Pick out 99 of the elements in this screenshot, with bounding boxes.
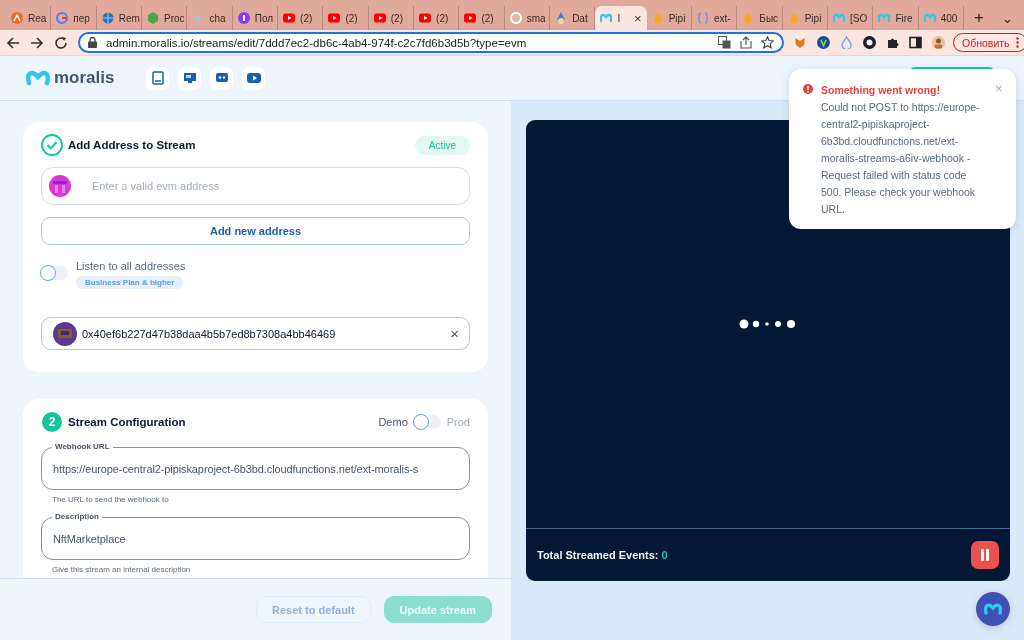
step-number: 2 — [42, 412, 62, 432]
tab-title: Pipi — [804, 12, 822, 24]
play-icon — [283, 12, 296, 24]
book-icon — [150, 70, 166, 86]
reload-icon[interactable] — [54, 35, 68, 50]
monitor-icon — [182, 70, 198, 86]
status-badge: Active — [414, 135, 470, 155]
tab-title: [SO — [850, 12, 868, 24]
sparkle-icon — [192, 12, 205, 24]
avatar-icon — [53, 321, 77, 346]
field-label: Webhook URL — [52, 442, 113, 452]
address-text: 0x40ef6b227d47b38daa4b5b7ed8b7308a4bb46469 — [82, 327, 336, 340]
tab-title: Быс — [759, 12, 779, 24]
environment-option[interactable]: Demo — [378, 416, 408, 428]
listen-toggle[interactable] — [41, 266, 68, 280]
url-text: admin.moralis.io/streams/edit/7ddd7ec2-db6c-4ab4-974f-c2c7fd6b3d5b?type=evm — [106, 36, 527, 49]
tab-title: ext- — [714, 12, 731, 24]
field-value: https://europe-central2-pipiskaproject-6b3bd.cloudfunctions.net/ext-moralis-s — [53, 462, 419, 475]
field-value: NftMarketplace — [53, 532, 126, 545]
tab-title: (2) — [436, 12, 449, 24]
play-icon — [464, 12, 477, 24]
video-icon — [246, 70, 262, 86]
tab-title: Rea — [28, 12, 47, 24]
toast-message: Could not POST to https://europe-central2-pipiskaproject-6b3bd.cloudfunctions.net/ext-moralis-streams-a6iv-webhook - Request failed with status code 500. Please check your webhook URL. — [821, 100, 981, 217]
card-title: Stream Configuration — [68, 416, 186, 428]
hexagon-icon — [147, 12, 160, 24]
alert-icon — [803, 84, 813, 94]
chevron-logo-icon — [11, 12, 23, 24]
remove-icon[interactable]: × — [450, 326, 459, 341]
address-input[interactable]: Enter a valid evm address — [41, 167, 470, 205]
toast-title: Something went wrong! — [821, 83, 941, 98]
avatar-icon — [49, 175, 71, 197]
play-icon — [373, 12, 386, 24]
tab-title: 400 — [940, 12, 958, 24]
tab-title: Rem — [118, 12, 140, 24]
close-icon[interactable]: × — [634, 11, 642, 25]
braces-icon — [697, 12, 709, 24]
translate-icon[interactable] — [718, 36, 731, 49]
add-address-button[interactable]: Add new address — [41, 217, 470, 245]
puzzle-icon[interactable] — [886, 36, 899, 49]
new-tab-button[interactable]: + — [964, 6, 995, 30]
helper-text: The URL to send the webhook to — [51, 494, 170, 504]
site-logo-icon — [237, 12, 250, 24]
sidebar-icon[interactable] — [909, 36, 922, 49]
helper-text: Give this stream an internal description — [51, 564, 192, 574]
browser-tab[interactable]: I × — [595, 6, 647, 30]
nav-button[interactable] — [178, 66, 202, 90]
moralis-logo-icon — [923, 12, 936, 24]
tab-title: cha — [209, 12, 226, 24]
share-icon[interactable] — [740, 36, 752, 49]
nav-button[interactable] — [242, 66, 266, 90]
moralis-logo-icon — [984, 602, 1002, 616]
field-label: Description — [52, 512, 102, 522]
plan-badge: Business Plan & higher — [76, 276, 184, 289]
tab-title: (2) — [481, 12, 494, 24]
moralis-logo-icon — [833, 12, 846, 24]
moralis-logo-icon — [878, 12, 891, 24]
back-icon[interactable] — [6, 35, 20, 50]
environment-toggle[interactable] — [413, 415, 441, 429]
check-circle-icon — [41, 134, 63, 156]
tab-title: (2) — [345, 12, 358, 24]
tab-title: I — [617, 12, 621, 24]
chat-launcher-button[interactable] — [976, 592, 1010, 626]
star-icon[interactable] — [761, 36, 774, 49]
tab-title: sma — [526, 12, 546, 24]
tab-menu-button[interactable]: ⌄ — [994, 8, 1021, 30]
moralis-logo-icon — [600, 12, 613, 24]
address-bar[interactable]: admin.moralis.io/streams/edit/7ddd7ec2-db6c-4ab4-974f-c2c7fd6b3d5b?type=evm — [78, 32, 784, 53]
g-letter-icon — [56, 12, 69, 24]
lock-icon — [88, 37, 97, 48]
logo-text[interactable]: moralis — [54, 68, 115, 88]
tab-title: Pipi — [668, 12, 686, 24]
forward-icon[interactable] — [30, 35, 44, 50]
nav-button[interactable] — [146, 66, 170, 90]
tab-title: Dat — [572, 12, 588, 24]
wizard-icon — [555, 12, 568, 24]
v-circle-icon[interactable] — [817, 36, 830, 49]
more-icon[interactable] — [1015, 37, 1019, 48]
tab-title: Пол — [254, 12, 274, 24]
toggle-label: Listen to all addresses — [76, 260, 186, 272]
play-icon — [328, 12, 341, 24]
fox-icon[interactable] — [794, 36, 807, 49]
card-title: Add Address to Stream — [68, 139, 196, 151]
loading-drawing — [739, 319, 797, 329]
flame-icon — [742, 12, 755, 24]
tab-title: Fire — [895, 12, 913, 24]
tab-title: Proc — [164, 12, 185, 24]
play-icon — [419, 12, 432, 24]
flame-icon — [651, 12, 664, 24]
nav-button[interactable] — [210, 66, 234, 90]
tab-title: (2) — [390, 12, 403, 24]
events-total: Total Streamed Events: 0 — [537, 549, 668, 561]
tab-title: (2) — [300, 12, 313, 24]
flame-icon — [787, 12, 800, 24]
profile-avatar-icon[interactable] — [932, 36, 945, 49]
tab-title: пер — [73, 12, 90, 24]
globe-icon — [101, 12, 114, 24]
pause-button[interactable] — [971, 541, 999, 569]
pause-icon — [981, 549, 989, 561]
